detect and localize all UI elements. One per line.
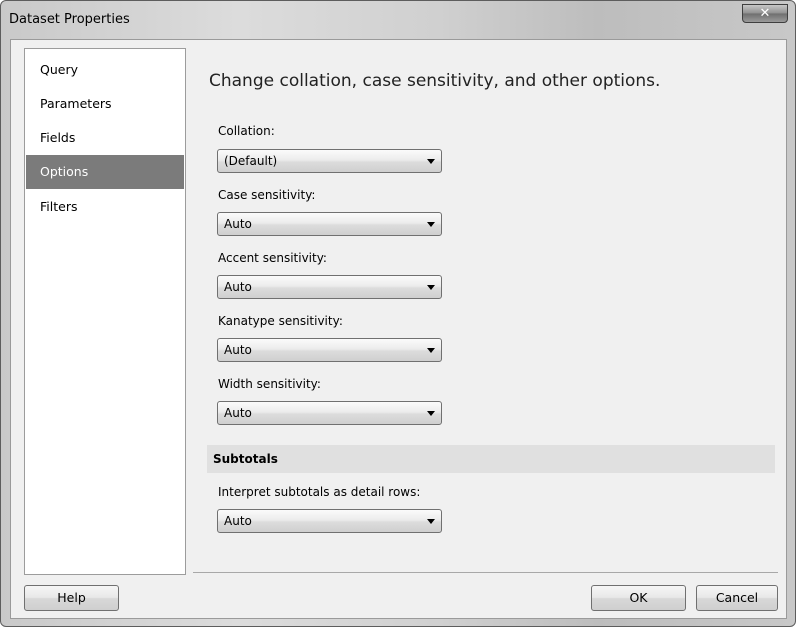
help-button[interactable]: Help (24, 585, 119, 611)
close-button[interactable]: ✕ (742, 4, 788, 23)
chevron-down-icon (427, 159, 435, 164)
collation-dropdown[interactable]: (Default) (217, 149, 442, 173)
case-sensitivity-value: Auto (224, 217, 252, 231)
dialog-client-area: Query Parameters Fields Options Filters … (10, 39, 787, 619)
accent-sensitivity-dropdown[interactable]: Auto (217, 275, 442, 299)
dialog-window: Dataset Properties ✕ Query Parameters Fi… (0, 0, 796, 627)
accent-sensitivity-value: Auto (224, 280, 252, 294)
chevron-down-icon (427, 411, 435, 416)
cancel-button[interactable]: Cancel (696, 585, 778, 611)
nav-item-query[interactable]: Query (26, 53, 184, 87)
interpret-subtotals-dropdown[interactable]: Auto (217, 509, 442, 533)
chevron-down-icon (427, 285, 435, 290)
subtotals-section-header: Subtotals (207, 445, 775, 473)
kanatype-sensitivity-dropdown[interactable]: Auto (217, 338, 442, 362)
nav-item-parameters[interactable]: Parameters (26, 87, 184, 121)
kanatype-sensitivity-label: Kanatype sensitivity: (218, 314, 343, 328)
nav-item-filters[interactable]: Filters (26, 190, 184, 224)
page-navigation-list: Query Parameters Fields Options Filters (24, 48, 186, 575)
width-sensitivity-label: Width sensitivity: (218, 377, 321, 391)
chevron-down-icon (427, 222, 435, 227)
page-heading: Change collation, case sensitivity, and … (209, 71, 661, 91)
nav-item-fields[interactable]: Fields (26, 121, 184, 155)
width-sensitivity-value: Auto (224, 406, 252, 420)
nav-item-options[interactable]: Options (26, 155, 184, 189)
accent-sensitivity-label: Accent sensitivity: (218, 251, 327, 265)
case-sensitivity-dropdown[interactable]: Auto (217, 212, 442, 236)
ok-button[interactable]: OK (591, 585, 686, 611)
collation-value: (Default) (224, 154, 278, 168)
interpret-subtotals-label: Interpret subtotals as detail rows: (218, 485, 421, 499)
close-icon: ✕ (759, 6, 771, 21)
collation-label: Collation: (218, 124, 275, 138)
kanatype-sensitivity-value: Auto (224, 343, 252, 357)
case-sensitivity-label: Case sensitivity: (218, 188, 316, 202)
footer-separator (193, 572, 778, 573)
width-sensitivity-dropdown[interactable]: Auto (217, 401, 442, 425)
chevron-down-icon (427, 519, 435, 524)
interpret-subtotals-value: Auto (224, 514, 252, 528)
subtotals-section-title: Subtotals (213, 452, 278, 466)
window-title: Dataset Properties (9, 12, 130, 27)
title-bar: Dataset Properties ✕ (1, 1, 795, 39)
chevron-down-icon (427, 348, 435, 353)
